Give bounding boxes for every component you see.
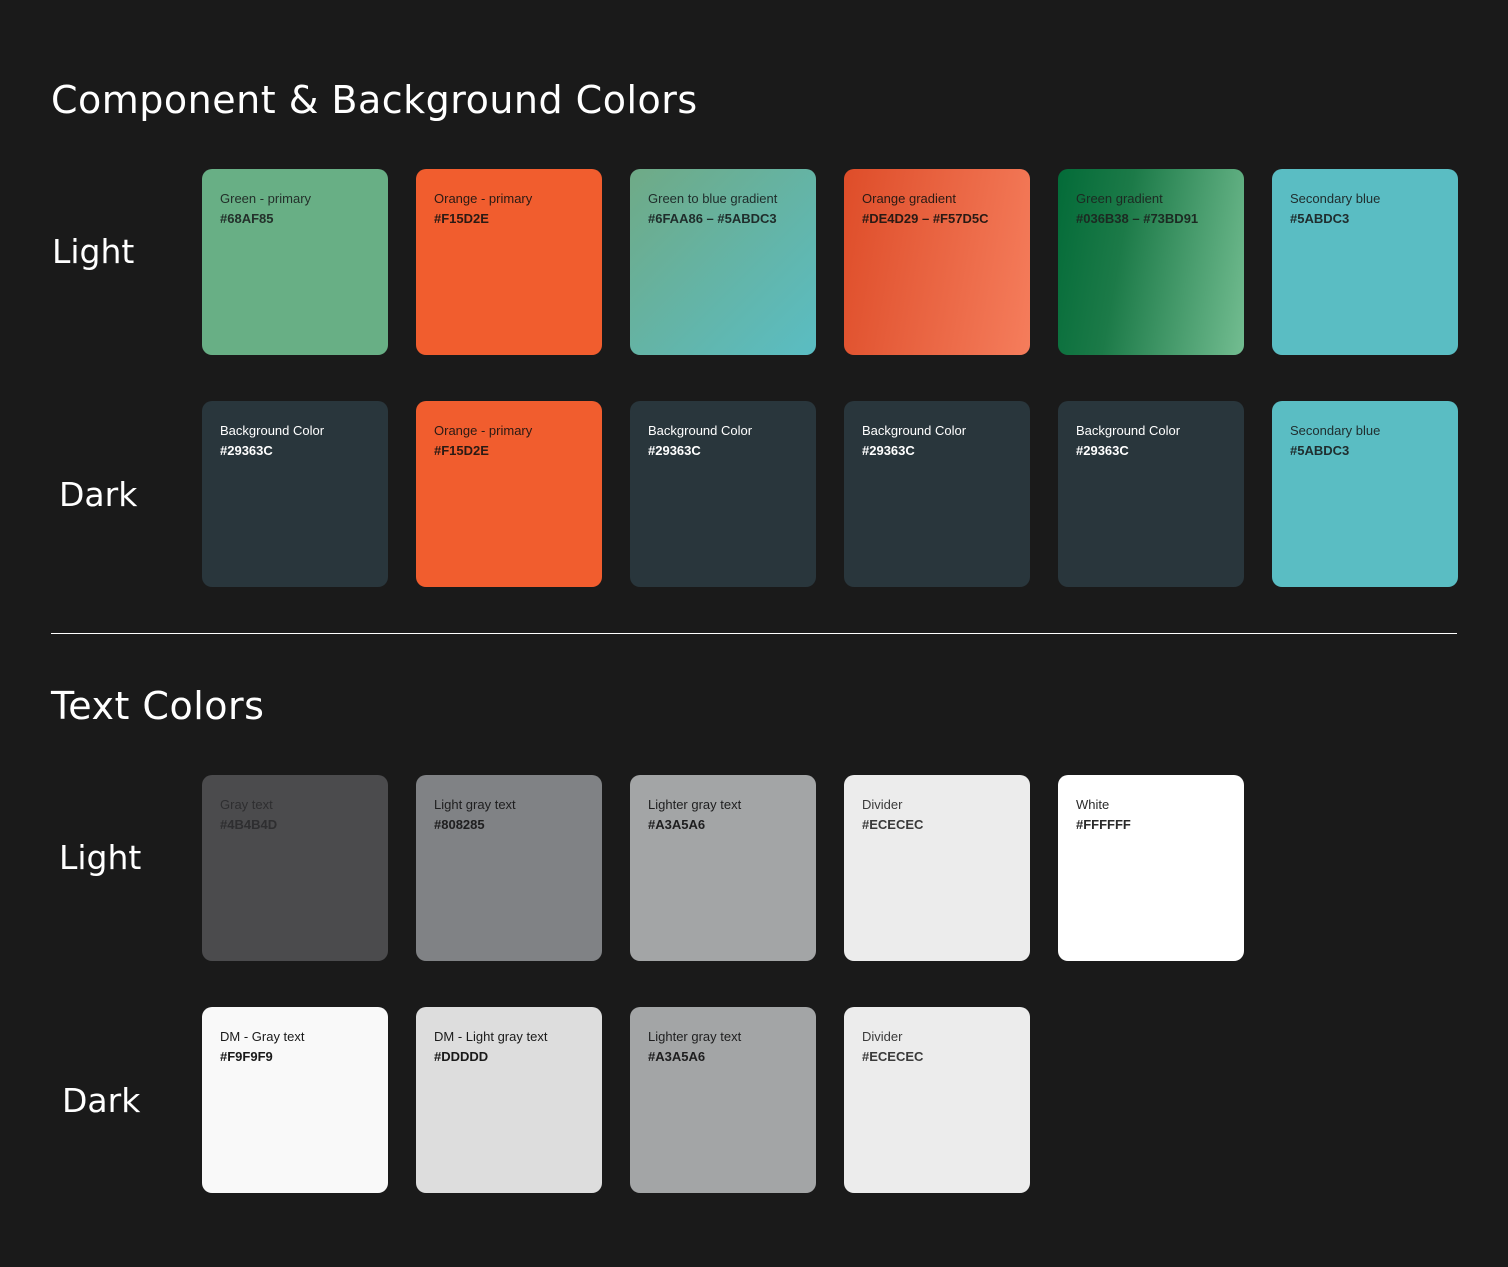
text-dark-row: DM - Gray text #F9F9F9 DM - Light gray tex…: [202, 1007, 1030, 1193]
color-swatch: Orange gradient #DE4D29 – #F57D5C: [844, 169, 1030, 355]
swatch-hex: #ECECEC: [862, 817, 924, 832]
component-section-title: Component & Background Colors: [51, 78, 698, 122]
color-swatch: DM - Light gray text #DDDDD: [416, 1007, 602, 1193]
swatch-name: Secondary blue: [1290, 423, 1381, 438]
swatch-hex: #29363C: [648, 443, 701, 458]
component-dark-row: Background Color #29363C Orange - primary #…: [202, 401, 1458, 587]
swatch-name: Background Color: [220, 423, 325, 438]
swatch-hex: #5ABDC3: [1290, 211, 1350, 226]
color-swatch: Gray text #4B4B4D: [202, 775, 388, 961]
swatch-name: Green - primary: [220, 191, 312, 206]
color-swatch: Background Color #29363C: [844, 401, 1030, 587]
color-swatch: Green - primary #68AF85: [202, 169, 388, 355]
color-swatch: Divider #ECECEC: [844, 1007, 1030, 1193]
swatch-name: Background Color: [1076, 423, 1181, 438]
swatch-name: Background Color: [648, 423, 753, 438]
swatch-name: Lighter gray text: [648, 1029, 742, 1044]
swatch-name: Green to blue gradient: [648, 191, 778, 206]
color-swatch: Lighter gray text #A3A5A6: [630, 1007, 816, 1193]
color-swatch: Divider #ECECEC: [844, 775, 1030, 961]
swatch-name: Background Color: [862, 423, 967, 438]
swatch-name: Orange gradient: [862, 191, 956, 206]
swatch-name: Secondary blue: [1290, 191, 1381, 206]
swatch-hex: #F15D2E: [434, 211, 489, 226]
swatch-hex: #F15D2E: [434, 443, 489, 458]
color-swatch: Background Color #29363C: [630, 401, 816, 587]
section-divider: [51, 633, 1457, 634]
swatch-hex: #ECECEC: [862, 1049, 924, 1064]
color-swatch: Background Color #29363C: [1058, 401, 1244, 587]
color-swatch: Orange - primary #F15D2E: [416, 169, 602, 355]
swatch-hex: #29363C: [862, 443, 915, 458]
text-section-title: Text Colors: [51, 684, 265, 728]
swatch-name: DM - Light gray text: [434, 1029, 548, 1044]
swatch-hex: #FFFFFF: [1076, 817, 1131, 832]
color-swatch: DM - Gray text #F9F9F9: [202, 1007, 388, 1193]
swatch-name: Orange - primary: [434, 423, 533, 438]
swatch-name: DM - Gray text: [220, 1029, 305, 1044]
color-swatch: Secondary blue #5ABDC3: [1272, 401, 1458, 587]
swatch-name: Orange - primary: [434, 191, 533, 206]
component-light-label: Light: [52, 232, 135, 271]
text-dark-label: Dark: [62, 1081, 141, 1120]
swatch-hex: #F9F9F9: [220, 1049, 273, 1064]
swatch-hex: #68AF85: [220, 211, 274, 226]
color-swatch: Light gray text #808285: [416, 775, 602, 961]
swatch-hex: #5ABDC3: [1290, 443, 1350, 458]
swatch-name: Divider: [862, 1029, 903, 1044]
swatch-name: Divider: [862, 797, 903, 812]
color-swatch: Orange - primary #F15D2E: [416, 401, 602, 587]
swatch-hex: #DDDDD: [434, 1049, 489, 1064]
swatch-hex: #A3A5A6: [648, 817, 706, 832]
color-swatch: Lighter gray text #A3A5A6: [630, 775, 816, 961]
component-light-row: Green - primary #68AF85 Orange - primary #F…: [202, 169, 1458, 355]
swatch-name: White: [1076, 797, 1110, 812]
text-light-row: Gray text #4B4B4D Light gray text #808285 Li…: [202, 775, 1244, 961]
swatch-name: Lighter gray text: [648, 797, 742, 812]
swatch-hex: #036B38 – #73BD91: [1076, 211, 1199, 226]
swatch-hex: #808285: [434, 817, 485, 832]
swatch-hex: #29363C: [1076, 443, 1129, 458]
swatch-hex: #29363C: [220, 443, 273, 458]
text-light-label: Light: [59, 838, 142, 877]
swatch-hex: #4B4B4D: [220, 817, 278, 832]
color-swatch: Background Color #29363C: [202, 401, 388, 587]
color-swatch: Green gradient #036B38 – #73BD91: [1058, 169, 1244, 355]
swatch-hex: #DE4D29 – #F57D5C: [862, 211, 989, 226]
color-swatch: Green to blue gradient #6FAA86 – #5ABDC3: [630, 169, 816, 355]
swatch-hex: #6FAA86 – #5ABDC3: [648, 211, 777, 226]
swatch-name: Gray text: [220, 797, 273, 812]
color-swatch: Secondary blue #5ABDC3: [1272, 169, 1458, 355]
component-dark-label: Dark: [59, 475, 138, 514]
swatch-name: Green gradient: [1076, 191, 1163, 206]
swatch-hex: #A3A5A6: [648, 1049, 706, 1064]
color-swatch: White #FFFFFF: [1058, 775, 1244, 961]
swatch-name: Light gray text: [434, 797, 516, 812]
